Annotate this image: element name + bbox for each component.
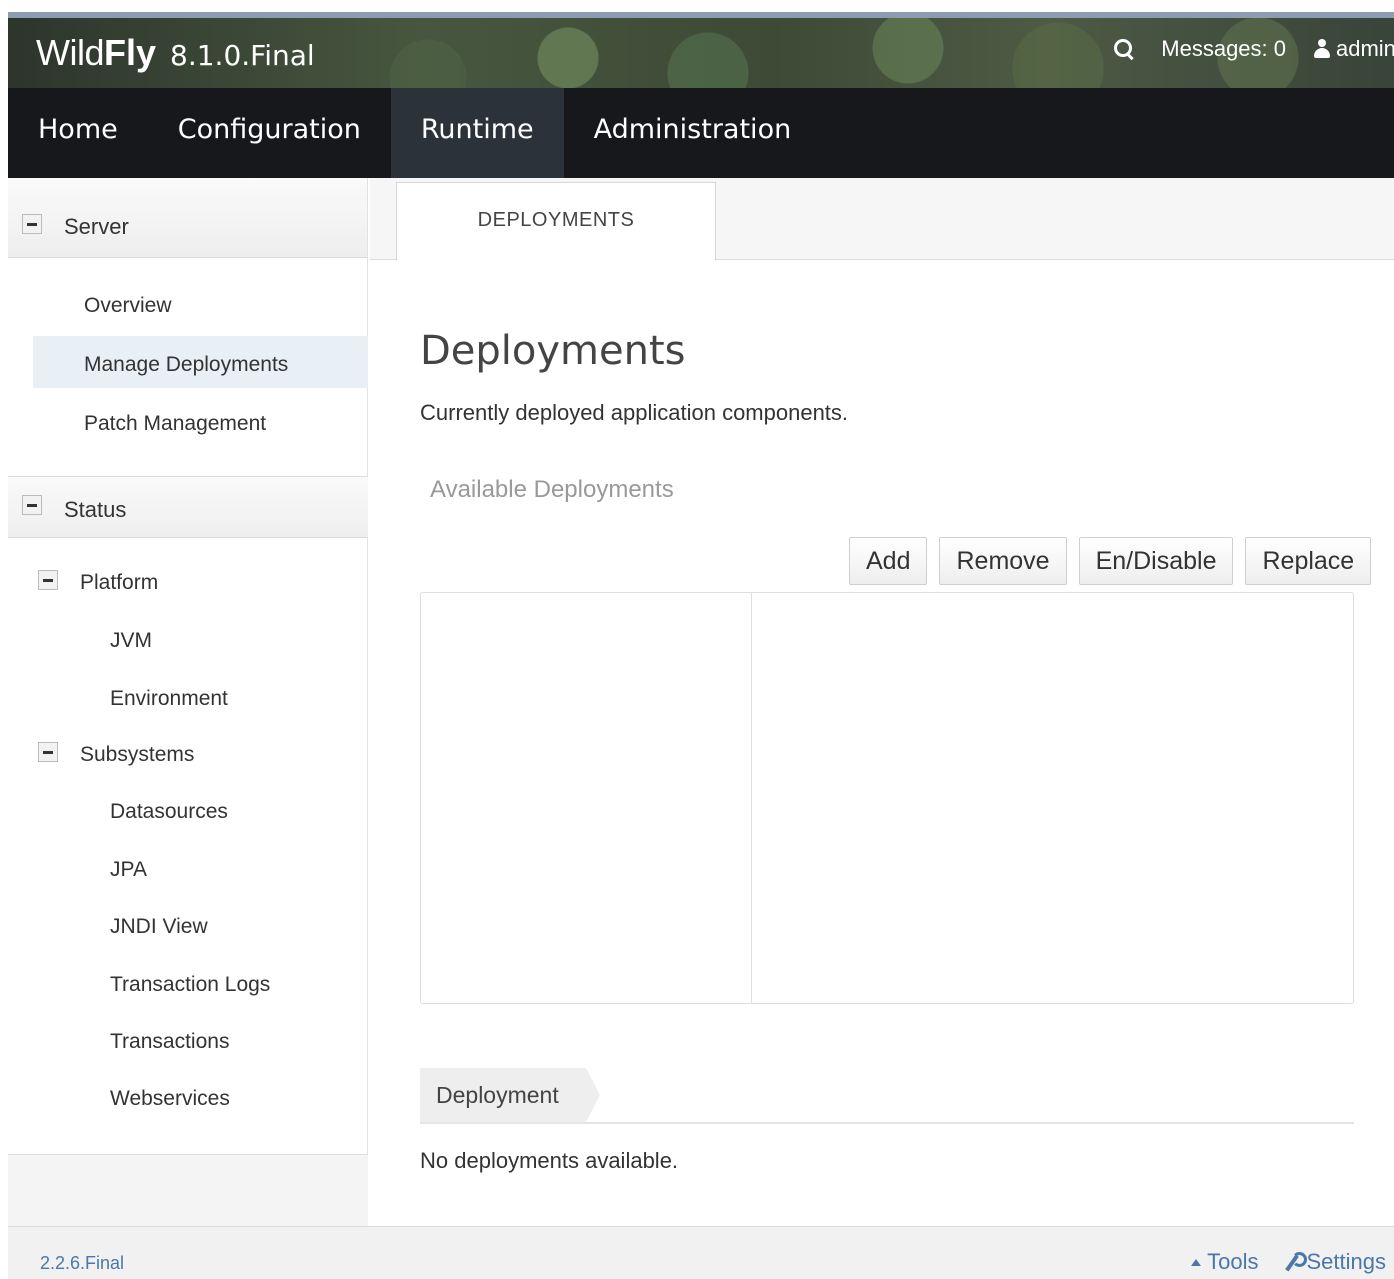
page-title: Deployments bbox=[420, 328, 686, 374]
brand-logo[interactable]: Wild Fly 8.1.0.Final bbox=[36, 32, 315, 74]
sidebar-item-jvm[interactable]: JVM bbox=[110, 629, 152, 653]
footer-links: Tools Settings bbox=[1191, 1249, 1386, 1275]
footer: 2.2.6.Final Tools Settings bbox=[8, 1226, 1394, 1279]
deployment-detail-tab[interactable]: Deployment bbox=[420, 1068, 600, 1122]
brand-wild: Wild bbox=[36, 32, 105, 73]
sidebar-item-jndi-view[interactable]: JNDI View bbox=[110, 915, 208, 939]
main-nav: Home Configuration Runtime Administratio… bbox=[8, 88, 1394, 178]
section-title: Available Deployments bbox=[430, 476, 674, 503]
console-version[interactable]: 2.2.6.Final bbox=[40, 1253, 124, 1274]
sidebar-item-patch-management[interactable]: Patch Management bbox=[84, 412, 266, 436]
tools-link[interactable]: Tools bbox=[1207, 1249, 1258, 1275]
sidebar: Server Overview Manage Deployments Patch… bbox=[8, 178, 368, 1226]
sidebar-item-datasources[interactable]: Datasources bbox=[110, 800, 228, 824]
sidebar-section-status[interactable]: Status bbox=[8, 476, 368, 538]
triangle-up-icon bbox=[1191, 1258, 1202, 1266]
sidebar-section-label: Status bbox=[64, 497, 127, 522]
sidebar-group-subsystems[interactable]: Subsystems bbox=[80, 743, 194, 767]
column-divider bbox=[751, 593, 752, 1003]
nav-runtime[interactable]: Runtime bbox=[390, 88, 564, 178]
wrench-icon bbox=[1283, 1252, 1307, 1272]
replace-button[interactable]: Replace bbox=[1245, 537, 1372, 585]
user-icon bbox=[1314, 39, 1330, 59]
divider bbox=[420, 1122, 1354, 1124]
collapse-icon[interactable] bbox=[38, 742, 58, 762]
main-content: DEPLOYMENTS Deployments Currently deploy… bbox=[370, 178, 1394, 1226]
tab-deployments[interactable]: DEPLOYMENTS bbox=[396, 182, 716, 261]
settings-link[interactable]: Settings bbox=[1307, 1249, 1387, 1275]
sidebar-item-environment[interactable]: Environment bbox=[110, 687, 228, 711]
remove-button[interactable]: Remove bbox=[939, 537, 1067, 585]
add-button[interactable]: Add bbox=[849, 537, 928, 585]
sidebar-group-platform[interactable]: Platform bbox=[80, 571, 158, 595]
nav-administration[interactable]: Administration bbox=[564, 88, 822, 178]
deployments-table[interactable] bbox=[420, 592, 1354, 1004]
sidebar-section-server[interactable]: Server bbox=[8, 178, 367, 258]
sidebar-item-manage-deployments[interactable]: Manage Deployments bbox=[84, 353, 288, 377]
nav-configuration[interactable]: Configuration bbox=[148, 88, 391, 178]
user-menu[interactable]: admin bbox=[1336, 36, 1394, 62]
collapse-icon[interactable] bbox=[22, 495, 42, 515]
collapse-icon[interactable] bbox=[38, 570, 58, 590]
tab-strip: DEPLOYMENTS bbox=[370, 178, 1394, 261]
sidebar-footer bbox=[8, 1154, 368, 1226]
sidebar-item-jpa[interactable]: JPA bbox=[110, 858, 147, 882]
sidebar-item-transactions[interactable]: Transactions bbox=[110, 1030, 229, 1054]
endisable-button[interactable]: En/Disable bbox=[1078, 537, 1234, 585]
search-icon[interactable] bbox=[1113, 38, 1135, 60]
nav-home[interactable]: Home bbox=[8, 88, 148, 178]
messages-link[interactable]: Messages: 0 bbox=[1161, 36, 1286, 62]
brand-fly: Fly bbox=[104, 32, 157, 73]
sidebar-section-label: Server bbox=[64, 214, 129, 239]
top-banner: Wild Fly 8.1.0.Final Messages: 0 admin bbox=[8, 12, 1394, 88]
product-version: 8.1.0.Final bbox=[170, 39, 315, 72]
sidebar-item-webservices[interactable]: Webservices bbox=[110, 1087, 230, 1111]
sidebar-item-overview[interactable]: Overview bbox=[84, 294, 172, 318]
header-tools: Messages: 0 admin bbox=[1113, 36, 1394, 62]
deployment-toolbar: Add Remove En/Disable Replace bbox=[849, 537, 1383, 585]
empty-message: No deployments available. bbox=[420, 1148, 679, 1173]
page-description: Currently deployed application component… bbox=[420, 400, 849, 425]
sidebar-item-transaction-logs[interactable]: Transaction Logs bbox=[110, 973, 270, 997]
collapse-icon[interactable] bbox=[22, 214, 42, 234]
